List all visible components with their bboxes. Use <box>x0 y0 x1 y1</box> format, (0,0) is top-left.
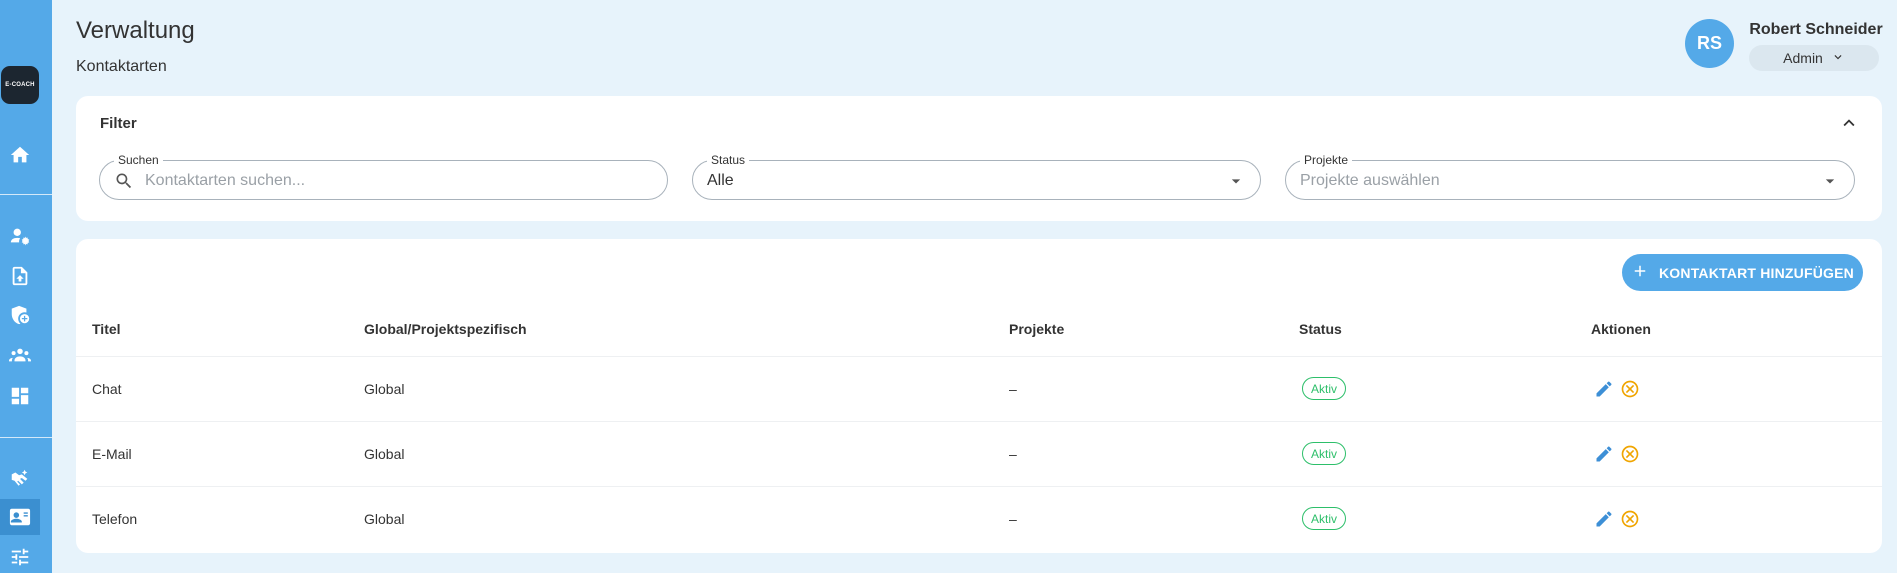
file-upload-icon[interactable] <box>0 260 40 292</box>
projects-placeholder: Projekte auswählen <box>1300 172 1440 189</box>
avatar-initials: RS <box>1696 33 1722 53</box>
deactivate-icon[interactable] <box>1620 379 1640 399</box>
column-header-actions: Aktionen <box>1591 321 1651 337</box>
avatar[interactable]: RS <box>1685 19 1734 68</box>
filter-panel: Filter Suchen Kontaktarten suchen... Sta… <box>76 96 1882 221</box>
projects-select[interactable]: Projekte Projekte auswählen <box>1285 153 1855 200</box>
column-header-scope[interactable]: Global/Projektspezifisch <box>364 321 527 337</box>
column-header-status: Status <box>1299 321 1342 337</box>
app-logo[interactable]: E-COACH <box>1 66 39 104</box>
contact-card-icon[interactable] <box>0 499 40 535</box>
cell-projects: – <box>1009 446 1017 462</box>
search-field[interactable]: Suchen Kontaktarten suchen... <box>99 153 668 200</box>
status-label: Status <box>707 153 750 167</box>
edit-icon[interactable] <box>1594 379 1614 399</box>
dropdown-arrow-icon <box>1226 171 1246 191</box>
home-icon[interactable] <box>0 139 40 171</box>
sidebar-divider <box>0 194 52 195</box>
projects-label: Projekte <box>1300 153 1353 167</box>
search-icon <box>114 171 134 191</box>
table-row: Telefon Global – Aktiv <box>76 486 1882 551</box>
column-header-title[interactable]: Titel <box>92 321 121 337</box>
tune-icon[interactable] <box>0 541 40 573</box>
cell-title: Chat <box>92 381 122 397</box>
chevron-up-icon[interactable] <box>1838 112 1860 134</box>
add-contact-type-button[interactable]: KONTAKTART HINZUFÜGEN <box>1622 254 1863 291</box>
status-badge: Aktiv <box>1302 442 1347 465</box>
logo-text: E-COACH <box>5 82 35 88</box>
chevron-down-icon <box>1831 50 1845 67</box>
page-title: Verwaltung <box>76 17 195 44</box>
dashboard-icon[interactable] <box>0 380 40 412</box>
table-row: Chat Global – Aktiv <box>76 356 1882 421</box>
shield-add-icon[interactable] <box>0 299 40 331</box>
cell-projects: – <box>1009 511 1017 527</box>
cell-title: E-Mail <box>92 446 132 462</box>
dropdown-arrow-icon <box>1820 171 1840 191</box>
contact-handshake-icon[interactable] <box>0 462 40 494</box>
sidebar: E-COACH <box>0 0 52 573</box>
status-badge: Aktiv <box>1302 507 1347 530</box>
role-label: Admin <box>1783 50 1823 66</box>
page-subtitle: Kontaktarten <box>76 58 167 75</box>
status-badge: Aktiv <box>1302 377 1347 400</box>
user-name: Robert Schneider <box>1749 21 1883 38</box>
role-dropdown[interactable]: Admin <box>1749 45 1879 71</box>
groups-icon[interactable] <box>0 339 40 371</box>
status-select[interactable]: Status Alle <box>692 153 1261 200</box>
filter-title: Filter <box>100 115 137 132</box>
search-input[interactable]: Kontaktarten suchen... <box>145 172 305 190</box>
deactivate-icon[interactable] <box>1620 509 1640 529</box>
cell-scope: Global <box>364 446 405 462</box>
edit-icon[interactable] <box>1594 509 1614 529</box>
add-button-label: KONTAKTART HINZUFÜGEN <box>1659 264 1854 281</box>
plus-icon <box>1631 262 1649 283</box>
sidebar-divider <box>0 437 52 438</box>
cell-projects: – <box>1009 381 1017 397</box>
cell-scope: Global <box>364 381 405 397</box>
status-value: Alle <box>707 172 734 189</box>
column-header-projects[interactable]: Projekte <box>1009 321 1064 337</box>
contact-types-table: KONTAKTART HINZUFÜGEN Titel Global/Proje… <box>76 239 1882 553</box>
cell-title: Telefon <box>92 511 138 527</box>
edit-icon[interactable] <box>1594 444 1614 464</box>
user-settings-icon[interactable] <box>0 220 40 252</box>
search-label: Suchen <box>114 153 163 167</box>
deactivate-icon[interactable] <box>1620 444 1640 464</box>
cell-scope: Global <box>364 511 405 527</box>
table-row: E-Mail Global – Aktiv <box>76 421 1882 486</box>
